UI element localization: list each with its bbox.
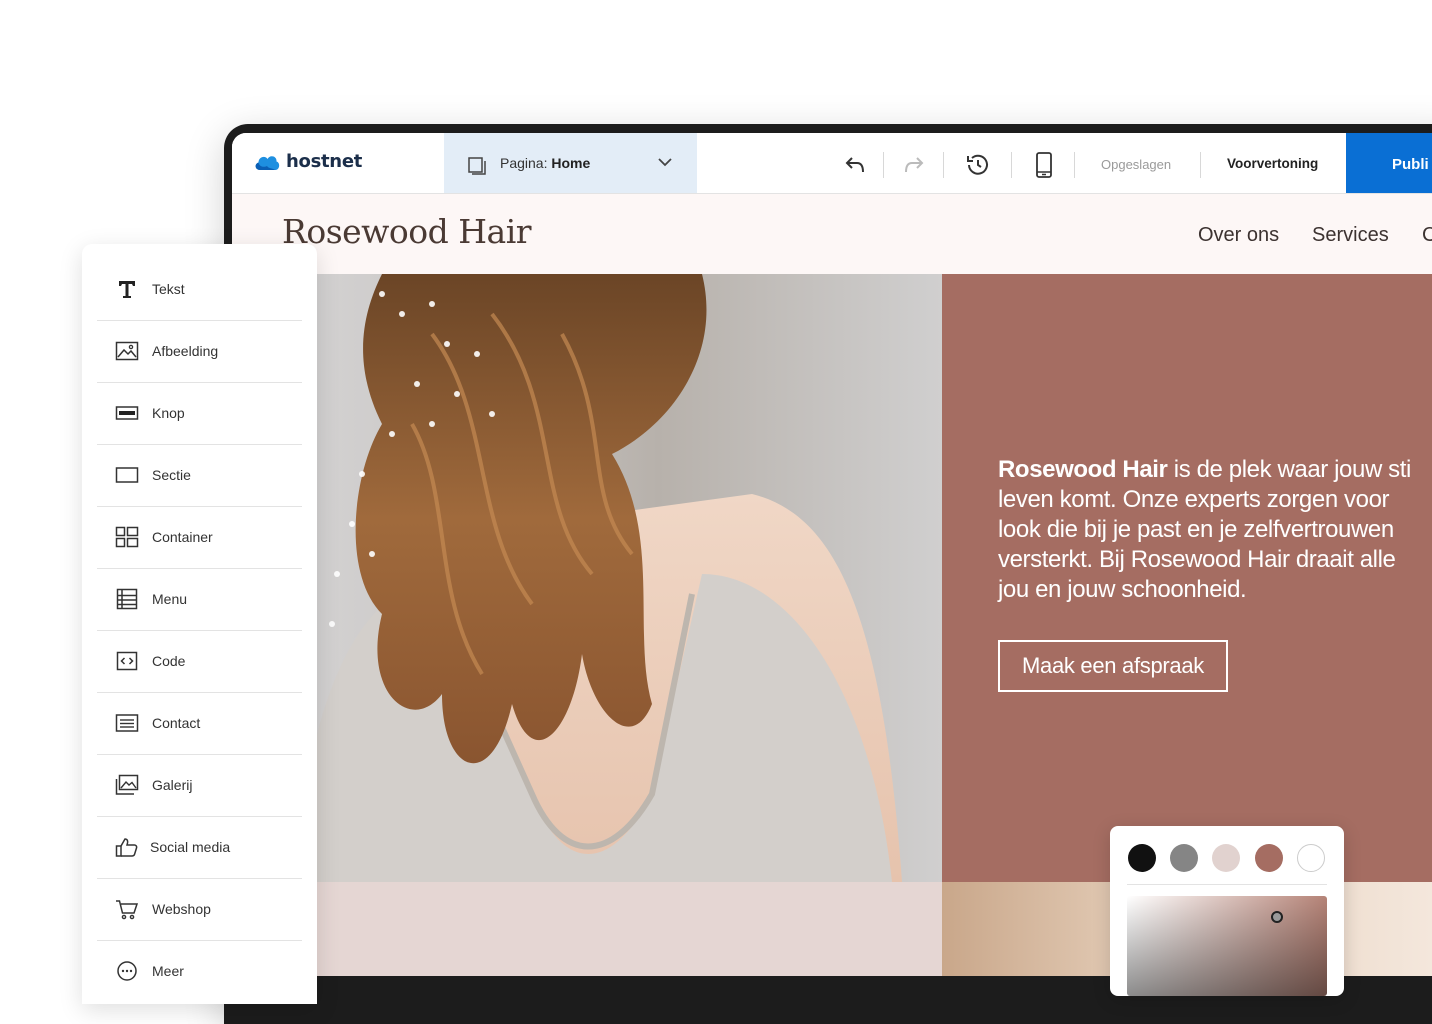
element-item-menu[interactable]: Menu — [97, 568, 302, 631]
publish-button[interactable]: Publi — [1346, 133, 1432, 193]
element-item-text[interactable]: Tekst — [97, 258, 302, 321]
logo-text: hostnet — [286, 151, 363, 172]
element-item-label: Afbeelding — [152, 343, 219, 359]
element-item-webshop[interactable]: Webshop — [97, 878, 302, 941]
site-header: Rosewood Hair Over ons Services C — [232, 194, 1432, 274]
swatch-light-pink[interactable] — [1212, 844, 1240, 872]
image-icon — [115, 341, 139, 361]
pages-icon — [468, 157, 486, 175]
element-item-label: Code — [152, 653, 186, 669]
page-selector-label: Pagina: Home — [500, 155, 591, 171]
swatch-gray[interactable] — [1170, 844, 1198, 872]
element-item-label: Galerij — [152, 777, 193, 793]
element-item-label: Container — [152, 529, 213, 545]
more-icon — [117, 961, 137, 981]
menu-icon — [116, 588, 138, 610]
picker-divider — [1127, 884, 1327, 885]
element-item-contact[interactable]: Contact — [97, 692, 302, 755]
toolbar-divider — [1074, 152, 1075, 178]
history-icon[interactable] — [965, 152, 991, 178]
mobile-view-icon[interactable] — [1035, 152, 1053, 178]
hair-photo — [292, 274, 902, 882]
saved-status: Opgeslagen — [1101, 157, 1172, 172]
element-item-label: Menu — [152, 591, 188, 607]
contact-icon — [115, 714, 139, 732]
nav-item-contact[interactable]: C — [1422, 224, 1432, 247]
element-item-label: Sectie — [152, 467, 191, 483]
element-item-label: Meer — [152, 963, 184, 979]
element-item-label: Knop — [152, 405, 185, 421]
hero-line-1: is de plek waar jouw sti — [1173, 456, 1412, 483]
element-item-label: Social media — [150, 839, 231, 855]
hero-panel: Rosewood Hair is de plek waar jouw sti l… — [942, 274, 1432, 882]
element-item-container[interactable]: Container — [97, 506, 302, 569]
page-selector[interactable]: Pagina: Home — [444, 133, 697, 193]
nav-item-over-ons[interactable]: Over ons — [1198, 224, 1279, 247]
cart-icon — [116, 900, 139, 920]
hero-image[interactable] — [232, 274, 942, 882]
swatch-rosewood[interactable] — [1255, 844, 1283, 872]
redo-icon[interactable] — [901, 152, 925, 176]
elements-panel: Tekst Afbeelding Knop Sectie Container M… — [82, 244, 317, 1004]
hero-text[interactable]: Rosewood Hair is de plek waar jouw sti l… — [998, 455, 1432, 605]
button-icon — [115, 406, 139, 420]
element-item-gallery[interactable]: Galerij — [97, 754, 302, 817]
toolbar-divider — [943, 152, 944, 178]
toolbar-divider — [883, 152, 884, 178]
appointment-button[interactable]: Maak een afspraak — [998, 640, 1228, 692]
swatch-black[interactable] — [1128, 844, 1156, 872]
toolbar-divider — [1011, 152, 1012, 178]
site-title[interactable]: Rosewood Hair — [282, 212, 532, 251]
color-handle[interactable] — [1271, 911, 1283, 923]
element-item-social-media[interactable]: Social media — [97, 816, 302, 879]
element-item-image[interactable]: Afbeelding — [97, 320, 302, 383]
hero-line-2: leven komt. Onze experts zorgen voor — [998, 486, 1390, 513]
element-item-more[interactable]: Meer — [97, 940, 302, 1002]
hero-line-5: jou en jouw schoonheid. — [998, 576, 1247, 603]
hero-line-3: look die bij je past en je zelfvertrouwe… — [998, 516, 1394, 543]
chevron-down-icon — [658, 158, 672, 167]
hero-brand: Rosewood Hair — [998, 456, 1168, 483]
element-item-label: Webshop — [152, 901, 211, 917]
toolbar-divider — [1200, 152, 1201, 178]
element-item-label: Tekst — [152, 281, 185, 297]
element-item-button[interactable]: Knop — [97, 382, 302, 445]
code-icon — [116, 651, 138, 671]
hero-line-4: versterkt. Bij Rosewood Hair draait alle — [998, 546, 1396, 573]
element-item-code[interactable]: Code — [97, 630, 302, 693]
element-item-section[interactable]: Sectie — [97, 444, 302, 507]
editor-toolbar: hostnet Pagina: Home Opgeslagen Voorvert… — [232, 133, 1432, 194]
content-section — [232, 882, 942, 976]
thumbs-up-icon — [115, 838, 138, 857]
container-icon — [115, 526, 139, 548]
element-item-label: Contact — [152, 715, 201, 731]
gallery-icon — [115, 774, 139, 795]
text-icon — [119, 281, 135, 298]
saturation-area[interactable] — [1127, 896, 1327, 996]
color-picker — [1110, 826, 1344, 996]
hostnet-logo[interactable]: hostnet — [254, 151, 362, 172]
preview-button[interactable]: Voorvertoning — [1227, 156, 1318, 171]
nav-item-services[interactable]: Services — [1312, 224, 1389, 247]
undo-icon[interactable] — [844, 152, 868, 176]
section-icon — [115, 467, 139, 483]
swatch-white[interactable] — [1297, 844, 1325, 872]
cloud-icon — [255, 155, 280, 170]
